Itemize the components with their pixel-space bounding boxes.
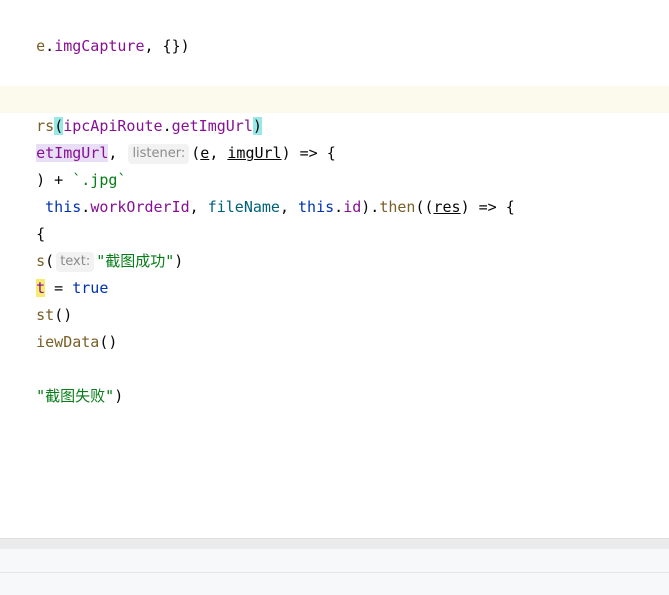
- code-token: this: [298, 198, 335, 216]
- code-token: ,: [189, 198, 208, 216]
- code-token: ).: [361, 198, 380, 216]
- code-token: imgCapture: [54, 37, 145, 55]
- code-line-8: {: [0, 194, 45, 243]
- code-token: .: [81, 198, 91, 216]
- code-token: .: [334, 198, 344, 216]
- status-bar: [0, 573, 669, 595]
- code-line-11: st(): [0, 275, 72, 324]
- code-token: ) => {: [460, 198, 515, 216]
- code-token: ) => {: [281, 144, 336, 162]
- code-token: ): [114, 387, 124, 405]
- code-line-9: s(text: "截图成功"): [0, 221, 183, 272]
- code-token: ,: [279, 198, 299, 216]
- code-token: (): [99, 333, 118, 351]
- code-token: imgUrl: [227, 144, 282, 162]
- code-editor[interactable]: e.imgCapture, {}) rs(ipcApiRoute.getImgU…: [0, 0, 669, 538]
- parameter-hint: listener:: [128, 144, 190, 164]
- code-line-14: "截图失败"): [0, 356, 123, 405]
- bottom-panel-header: [0, 549, 669, 573]
- code-token: iewData: [36, 333, 100, 351]
- code-token: (: [191, 144, 201, 162]
- code-line-6: ) + `.jpg`: [0, 140, 126, 189]
- code-line-10: t = true: [0, 248, 108, 297]
- code-token: id: [343, 198, 362, 216]
- code-token: .: [45, 37, 55, 55]
- code-token: ,: [209, 144, 228, 162]
- code-token: res: [433, 198, 461, 216]
- code-token: workOrderId: [90, 198, 190, 216]
- code-token: this: [45, 198, 82, 216]
- code-line-12: iewData(): [0, 302, 117, 351]
- code-token: ): [174, 252, 184, 270]
- code-line-5: etImgUrl, listener: (e, imgUrl) => {: [0, 113, 336, 164]
- code-token: true: [72, 279, 109, 297]
- code-line-7: this.workOrderId, fileName, this.id).the…: [0, 167, 515, 216]
- code-token: e: [200, 144, 210, 162]
- code-token: , {}): [144, 37, 190, 55]
- code-token: "截图失败": [36, 387, 115, 405]
- code-token: then: [379, 198, 416, 216]
- code-line-1: e.imgCapture, {}): [0, 6, 190, 55]
- code-token: e: [36, 37, 46, 55]
- code-token: fileName: [207, 198, 280, 216]
- code-line-4-current: rs(ipcApiRoute.getImgUrl): [0, 86, 669, 135]
- code-token: ((: [415, 198, 434, 216]
